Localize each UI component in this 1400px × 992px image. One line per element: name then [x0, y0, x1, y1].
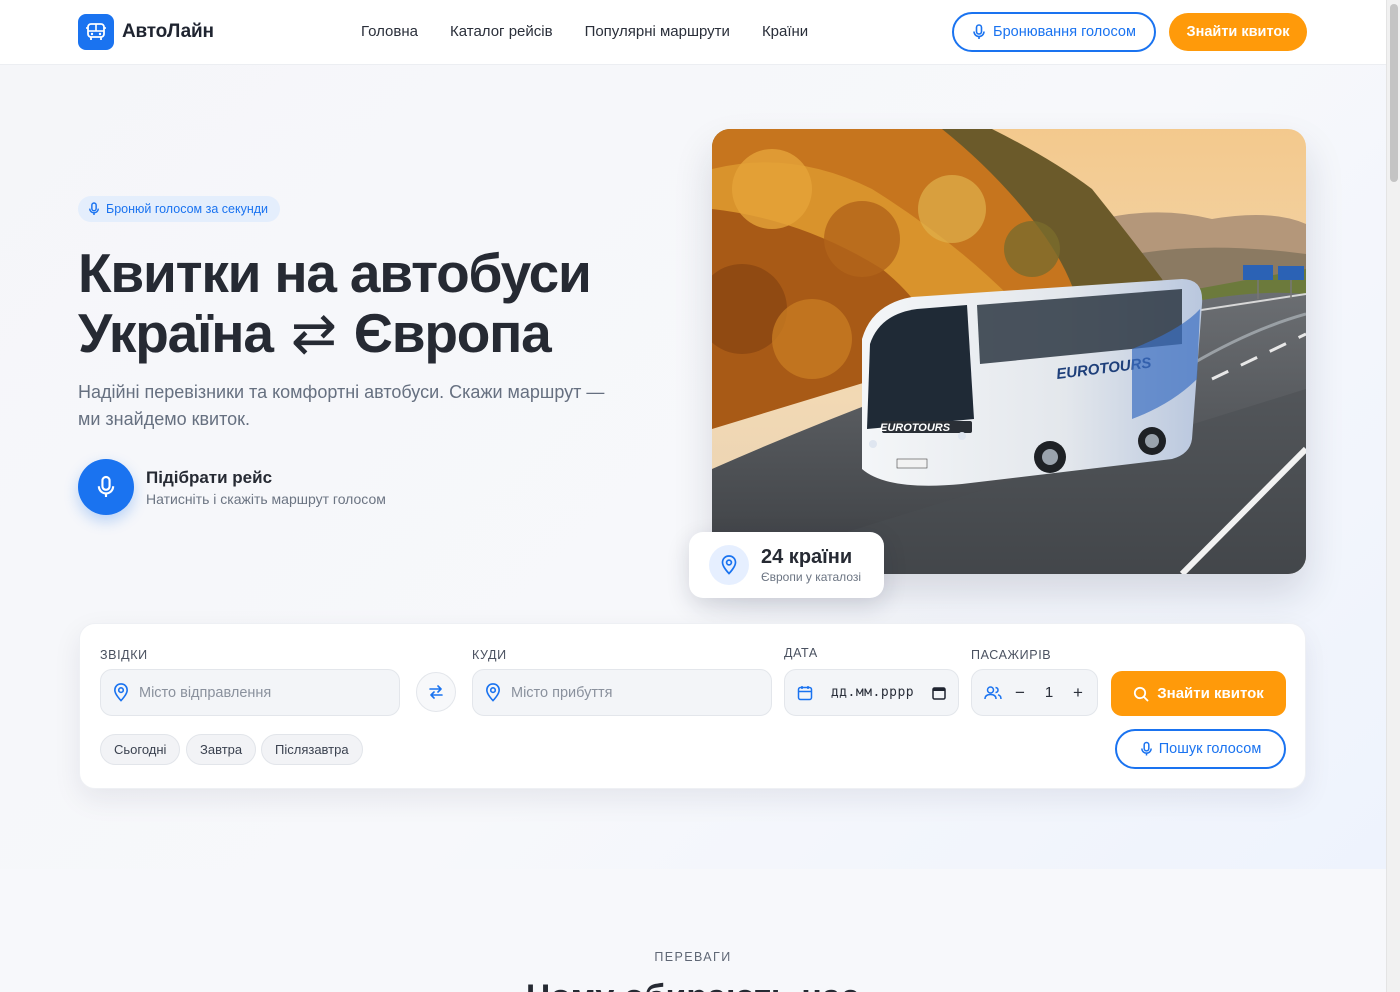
voice-booking-label: Бронювання голосом: [993, 24, 1136, 40]
voice-cta-button[interactable]: [78, 459, 134, 515]
chip-tomorrow[interactable]: Завтра: [186, 734, 257, 765]
voice-cta-title: Підібрати рейс: [146, 467, 273, 487]
swap-arrows-icon: [429, 685, 443, 699]
chip-day-after-tomorrow[interactable]: Післязавтра: [261, 734, 363, 765]
nav-catalog[interactable]: Каталог рейсів: [450, 23, 553, 40]
date-input[interactable]: дд.мм.рррр: [831, 685, 914, 700]
voice-badge: Бронюй голосом за секунди: [78, 196, 280, 222]
swap-cities-button[interactable]: [416, 672, 456, 712]
hero-title-line1: Квитки на автобуси: [78, 242, 592, 304]
advantages-label: ПЕРЕВАГИ: [654, 950, 732, 964]
page-scrollbar[interactable]: [1386, 0, 1400, 992]
stat-caption: Європи у каталозі: [761, 570, 862, 584]
voice-route-cta[interactable]: Підібрати рейс Натисніть і скажіть маршр…: [78, 459, 386, 515]
search-ticket-label: Знайти квиток: [1157, 685, 1264, 702]
stat-value: 24 країни: [761, 546, 853, 568]
find-ticket-header-button[interactable]: Знайти квиток: [1169, 13, 1307, 51]
passengers-count: 1: [1044, 684, 1054, 701]
from-input[interactable]: [139, 684, 359, 701]
hero-subtitle: Надійні перевізники та комфортні автобус…: [78, 382, 605, 429]
search-panel: ЗВІДКИ КУДИ ДАТА дд.мм.рррр: [79, 623, 1306, 789]
nav-home[interactable]: Головна: [361, 23, 418, 40]
passengers-stepper[interactable]: − 1 +: [971, 669, 1098, 716]
calendar-icon: [797, 685, 813, 700]
to-label: КУДИ: [472, 648, 507, 662]
voice-booking-button[interactable]: Бронювання голосом: [952, 12, 1156, 52]
microphone-icon: [1140, 741, 1152, 756]
hero-title: Квитки на автобуси Україна ⇄ Європа: [78, 243, 678, 363]
voice-search-label: Пошук голосом: [1158, 741, 1262, 757]
bus-icon: [78, 14, 114, 50]
date-field[interactable]: дд.мм.рррр: [784, 669, 959, 716]
voice-cta-subtitle: Натисніть і скажіть маршрут голосом: [146, 490, 386, 507]
countries-stat-card: 24 країни Європи у каталозі: [689, 532, 884, 598]
voice-cta-text: Підібрати рейс Натисніть і скажіть маршр…: [146, 468, 386, 507]
hero-title-right: Європа: [353, 302, 552, 364]
microphone-icon: [97, 475, 115, 497]
date-label: ДАТА: [784, 646, 818, 660]
chip-today[interactable]: Сьогодні: [100, 734, 181, 765]
logo-text: АвтоЛайн: [122, 21, 214, 42]
svg-text:EUROTOURS: EUROTOURS: [880, 422, 951, 434]
nav-popular-routes[interactable]: Популярні маршрути: [585, 23, 730, 40]
scrollbar-thumb[interactable]: [1390, 4, 1398, 182]
voice-search-button[interactable]: Пошук голосом: [1115, 729, 1286, 769]
main-nav: Головна Каталог рейсів Популярні маршрут…: [361, 23, 808, 40]
hero-bus-photo: EUROTOURS EUROTOURS: [712, 129, 1306, 574]
calendar-picker-icon[interactable]: [932, 686, 946, 700]
from-label: ЗВІДКИ: [100, 648, 148, 662]
location-pin-icon: [486, 683, 500, 702]
from-field[interactable]: [100, 669, 400, 716]
passengers-label: ПАСАЖИРІВ: [971, 648, 1052, 662]
nav-countries[interactable]: Країни: [762, 23, 808, 40]
microphone-icon: [88, 202, 100, 215]
badge-text: Бронюй голосом за секунди: [106, 202, 268, 216]
passengers-decrement-button[interactable]: −: [1010, 683, 1030, 703]
advantages-title: Чому обирають нас: [0, 978, 1386, 992]
location-pin-icon: [709, 545, 749, 585]
microphone-icon: [973, 24, 985, 39]
to-field[interactable]: [472, 669, 772, 716]
top-header: АвтоЛайн Головна Каталог рейсів Популярн…: [0, 0, 1386, 65]
to-input[interactable]: [511, 684, 731, 701]
passengers-increment-button[interactable]: +: [1068, 683, 1088, 703]
swap-arrows-icon: ⇄: [290, 302, 337, 364]
users-icon: [984, 685, 1002, 699]
hero-title-left: Україна: [78, 302, 274, 364]
logo[interactable]: АвтоЛайн: [78, 14, 214, 50]
stat-text: 24 країни Європи у каталозі: [761, 546, 861, 584]
search-icon: [1134, 686, 1149, 701]
location-pin-icon: [114, 683, 128, 702]
search-ticket-button[interactable]: Знайти квиток: [1111, 671, 1286, 716]
